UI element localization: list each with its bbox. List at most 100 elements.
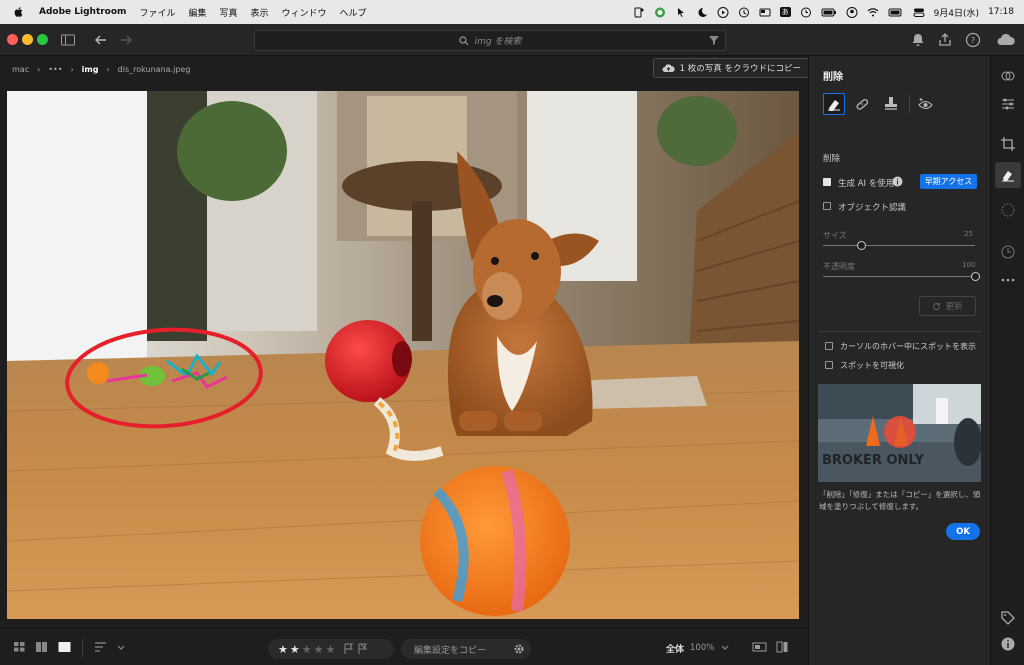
star-5[interactable]: ★ <box>326 644 336 655</box>
opacity-value[interactable]: 100 <box>962 261 975 269</box>
user-icon[interactable] <box>846 6 858 18</box>
back-arrow-icon[interactable] <box>93 32 109 48</box>
search-input[interactable]: img を検索 <box>254 30 726 51</box>
breadcrumb-filename[interactable]: dis_rokunana.jpeg <box>118 65 191 74</box>
battery-icon[interactable] <box>888 7 904 18</box>
time-machine-icon[interactable] <box>738 7 750 18</box>
early-access-label: 早期アクセス <box>924 177 973 186</box>
menu-window[interactable]: ウィンドウ <box>282 6 327 19</box>
show-spot-hover-label[interactable]: カーソルのホバー中にスポットを表示 <box>840 341 976 352</box>
filter-icon[interactable] <box>706 32 722 48</box>
opacity-slider-track[interactable] <box>823 276 975 277</box>
size-slider-thumb[interactable] <box>856 241 866 250</box>
section-label: 削除 <box>823 154 841 164</box>
refresh-button[interactable]: 更新 <box>919 296 976 316</box>
star-2[interactable]: ★ <box>290 644 300 655</box>
breadcrumb-ellipsis[interactable]: ••• <box>48 65 62 74</box>
close-window-button[interactable] <box>7 34 18 45</box>
square-grid-view-icon[interactable] <box>35 641 48 653</box>
opacity-slider-thumb[interactable] <box>970 272 980 281</box>
before-after-icon[interactable] <box>776 641 789 653</box>
visualize-spots-icon[interactable] <box>917 95 935 113</box>
detail-view-icon[interactable] <box>58 641 71 653</box>
menu-photo[interactable]: 写真 <box>219 6 237 19</box>
object-detection-label[interactable]: オブジェクト認識 <box>838 201 906 213</box>
size-value[interactable]: 25 <box>964 230 973 238</box>
svg-text:?: ? <box>971 36 975 45</box>
info-icon[interactable] <box>892 176 903 187</box>
help-icon[interactable]: ? <box>965 32 981 48</box>
clock-icon[interactable] <box>800 7 812 18</box>
grid-view-icon[interactable] <box>13 641 26 653</box>
control-center-icon[interactable] <box>913 7 925 18</box>
notification-bell-icon[interactable] <box>910 32 926 48</box>
minimize-window-button[interactable] <box>22 34 33 45</box>
masking-icon[interactable] <box>1000 202 1016 218</box>
gen-ai-checkbox[interactable] <box>823 178 831 186</box>
battery-status-icon[interactable] <box>821 7 837 18</box>
breadcrumb-img[interactable]: img <box>82 65 99 74</box>
rating-control[interactable]: ★ ★ ★ ★ ★ <box>268 639 394 659</box>
ok-button[interactable]: OK <box>946 523 980 540</box>
apple-icon[interactable] <box>13 6 25 18</box>
copy-to-cloud-label: 1 枚の写真 をクラウドにコピー <box>679 64 801 74</box>
show-spot-hover-checkbox[interactable] <box>825 342 833 350</box>
gear-icon[interactable] <box>513 643 525 655</box>
wifi-icon[interactable] <box>867 7 879 18</box>
forward-arrow-icon[interactable] <box>118 32 134 48</box>
flag-reject-icon[interactable] <box>357 643 369 655</box>
more-options-icon[interactable] <box>1000 272 1016 288</box>
moon-icon[interactable] <box>696 7 708 18</box>
visualize-spots-checkbox[interactable] <box>825 361 833 369</box>
compare-view-icon[interactable] <box>752 641 767 653</box>
sort-icon[interactable] <box>94 641 107 653</box>
chevron-down-icon[interactable] <box>116 641 126 653</box>
menu-view[interactable]: 表示 <box>250 6 268 19</box>
breadcrumb-separator: › <box>70 64 74 74</box>
star-4[interactable]: ★ <box>314 644 324 655</box>
zoom-chevron-icon[interactable] <box>720 641 730 653</box>
zoom-value[interactable]: 100% <box>690 643 714 653</box>
menu-file[interactable]: ファイル <box>139 6 175 19</box>
early-access-badge[interactable]: 早期アクセス <box>920 174 977 189</box>
remove-rail-button[interactable] <box>995 162 1021 188</box>
zoom-fit-label[interactable]: 全体 <box>666 642 684 655</box>
info-rail-icon[interactable] <box>1000 636 1016 652</box>
flag-pick-icon[interactable] <box>343 643 355 655</box>
copy-edits-label: 編集設定をコピー <box>414 645 487 656</box>
photo-canvas[interactable] <box>7 91 799 619</box>
remove-tool-button[interactable] <box>823 93 845 115</box>
star-3[interactable]: ★ <box>302 644 312 655</box>
gen-ai-label[interactable]: 生成 AI を使用 <box>838 177 894 189</box>
edit-sliders-icon[interactable] <box>1000 96 1016 112</box>
zoom-window-button[interactable] <box>37 34 48 45</box>
breadcrumb-mac[interactable]: mac <box>12 65 29 74</box>
star-1[interactable]: ★ <box>278 644 288 655</box>
tag-icon[interactable] <box>1000 610 1016 626</box>
presets-icon[interactable] <box>1000 68 1016 84</box>
share-icon[interactable] <box>937 32 953 48</box>
copy-to-cloud-button[interactable]: 1 枚の写真 をクラウドにコピー <box>652 58 810 78</box>
history-icon[interactable] <box>1000 244 1016 260</box>
photo-image[interactable] <box>7 91 799 619</box>
object-detection-checkbox[interactable] <box>823 202 831 210</box>
visualize-spots-label[interactable]: スポットを可視化 <box>840 360 904 371</box>
heal-bandage-icon[interactable] <box>853 95 871 113</box>
menubar-time[interactable]: 17:18 <box>988 7 1014 17</box>
menu-edit[interactable]: 編集 <box>188 6 206 19</box>
green-status-icon[interactable] <box>654 7 666 18</box>
sidebar-toggle-icon[interactable] <box>60 32 76 48</box>
crop-icon[interactable] <box>1000 136 1016 152</box>
app-menu[interactable]: Adobe Lightroom <box>39 7 126 17</box>
cursor-icon[interactable] <box>675 7 687 18</box>
cloud-icon[interactable] <box>996 32 1016 48</box>
status-app-icon[interactable] <box>633 7 645 18</box>
size-slider-track[interactable] <box>823 245 975 246</box>
copy-edits-button[interactable]: 編集設定をコピー <box>401 639 531 659</box>
menubar-date[interactable]: 9月4日(水) <box>934 6 979 19</box>
input-mode-indicator[interactable]: あ <box>779 7 791 17</box>
window-icon[interactable] <box>759 7 771 18</box>
clone-stamp-icon[interactable] <box>882 95 900 113</box>
play-icon[interactable] <box>717 6 729 18</box>
menu-help[interactable]: ヘルプ <box>340 6 367 19</box>
